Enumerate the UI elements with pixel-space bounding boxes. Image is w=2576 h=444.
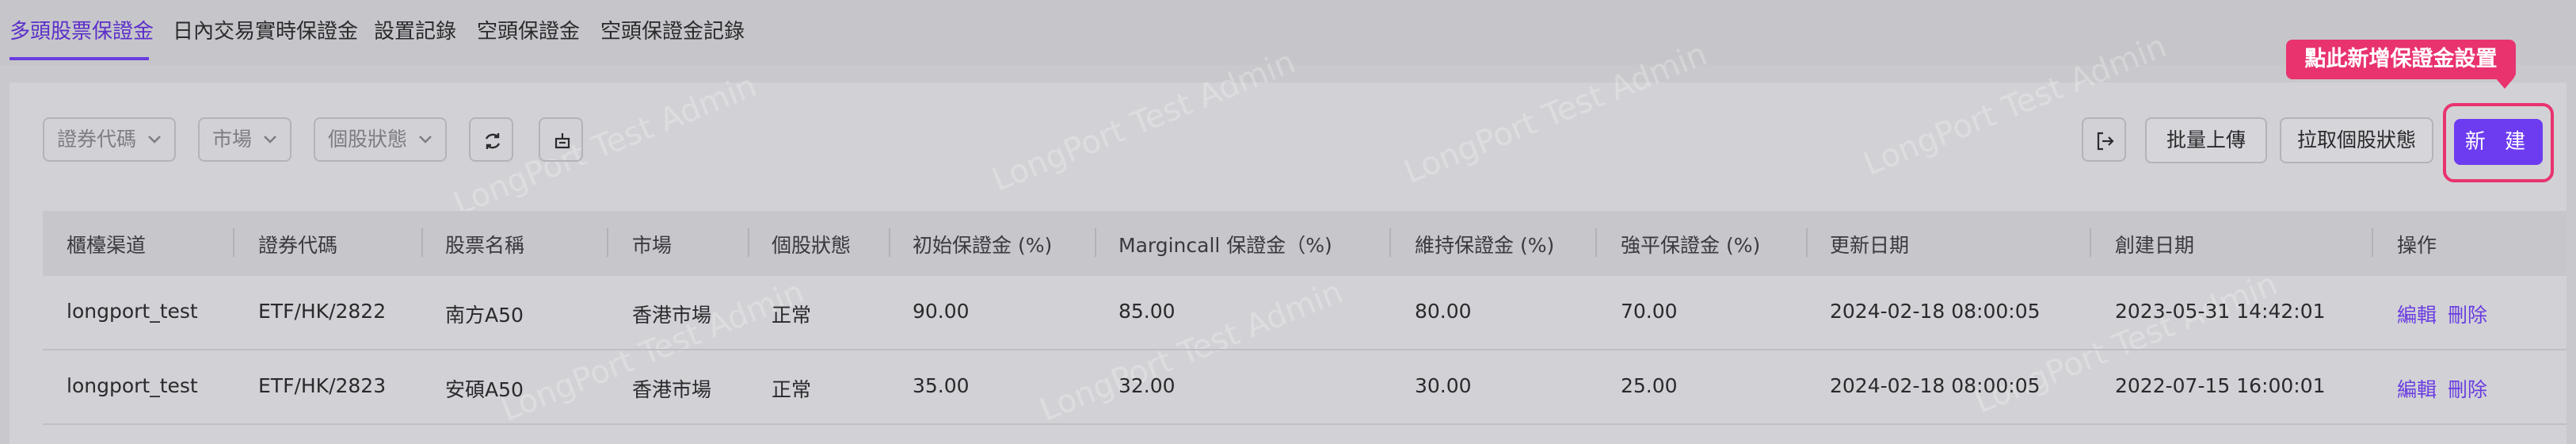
column-header: 股票名稱 [445,234,525,257]
callout-tooltip: 點此新增保證金設置 [2286,40,2516,79]
column-header: 櫃檯渠道 [67,234,147,257]
column-header: Margincall 保證金（%) [1118,234,1332,257]
pull-stock-status-button[interactable]: 拉取個股狀態 [2280,117,2433,163]
security-code-filter[interactable]: 證券代碼 [43,117,176,162]
chevron-down-icon [419,136,432,144]
export-icon [2097,132,2114,151]
cell-maintenance-margin: 80.00 [1415,300,1472,323]
cell-initial-margin: 35.00 [913,374,970,397]
table-header: 櫃檯渠道 證券代碼 股票名稱 市場 個股狀態 初始保證金 (%) Marginc… [43,211,2566,276]
chevron-down-icon [264,136,276,144]
stock-status-filter[interactable]: 個股狀態 [314,117,447,162]
cell-created: 2022-07-15 16:00:01 [2115,374,2326,397]
clear-button[interactable] [539,117,583,162]
delete-link[interactable]: 刪除 [2448,374,2487,403]
column-header: 強平保證金 (%) [1621,234,1761,257]
column-header: 證券代碼 [258,234,338,257]
cell-initial-margin: 90.00 [913,300,970,323]
cell-margincall: 85.00 [1118,300,1176,323]
column-header: 操作 [2397,234,2437,257]
cell-market: 香港市場 [632,378,712,401]
edit-link[interactable]: 編輯 [2397,374,2437,403]
clear-icon [554,133,570,149]
chevron-down-icon [148,136,161,144]
table-row: longport_test ETF/HK/2823 安碩A50 香港市場 正常 … [43,350,2566,425]
security-code-filter-label: 證券代碼 [57,128,137,151]
callout-arrow [2495,78,2514,89]
new-button[interactable]: 新 建 [2454,119,2543,165]
cell-liquidation-margin: 70.00 [1621,300,1678,323]
column-header: 個股狀態 [772,234,852,257]
tab-short-margin-log[interactable]: 空頭保證金記錄 [600,17,745,46]
cell-market: 香港市場 [632,304,712,327]
cell-channel: longport_test [67,374,198,397]
column-header: 維持保證金 (%) [1415,234,1555,257]
column-header: 更新日期 [1830,234,1910,257]
table-row: longport_test ETF/HK/2822 南方A50 香港市場 正常 … [43,276,2566,350]
cell-stock-name: 安碩A50 [445,378,524,401]
tab-settings-log[interactable]: 設置記錄 [374,17,456,46]
market-filter[interactable]: 市場 [198,117,292,162]
column-header: 創建日期 [2115,234,2195,257]
cell-margincall: 32.00 [1118,374,1176,397]
cell-status: 正常 [772,378,812,401]
tab-long-stock-margin[interactable]: 多頭股票保證金 [10,17,154,46]
cell-security-code: ETF/HK/2822 [258,300,387,323]
cell-maintenance-margin: 30.00 [1415,374,1472,397]
cell-status: 正常 [772,304,812,327]
column-header: 初始保證金 (%) [913,234,1053,257]
cell-security-code: ETF/HK/2823 [258,374,387,397]
tab-short-margin[interactable]: 空頭保證金 [477,17,580,46]
market-filter-label: 市場 [212,128,253,151]
edit-link[interactable]: 編輯 [2397,300,2437,328]
cell-stock-name: 南方A50 [445,304,524,327]
cell-updated: 2024-02-18 08:00:05 [1830,374,2041,397]
delete-link[interactable]: 刪除 [2448,300,2487,328]
column-header: 市場 [632,234,673,257]
cell-created: 2023-05-31 14:42:01 [2115,300,2326,323]
bulk-upload-button[interactable]: 批量上傳 [2145,117,2267,163]
cell-channel: longport_test [67,300,198,323]
export-button[interactable] [2082,117,2126,162]
cell-updated: 2024-02-18 08:00:05 [1830,300,2041,323]
cell-liquidation-margin: 25.00 [1621,374,1678,397]
active-tab-indicator [10,57,149,60]
refresh-icon [485,133,501,149]
tab-intraday-margin[interactable]: 日內交易實時保證金 [173,17,358,46]
refresh-button[interactable] [469,117,513,162]
stock-status-filter-label: 個股狀態 [328,128,408,151]
